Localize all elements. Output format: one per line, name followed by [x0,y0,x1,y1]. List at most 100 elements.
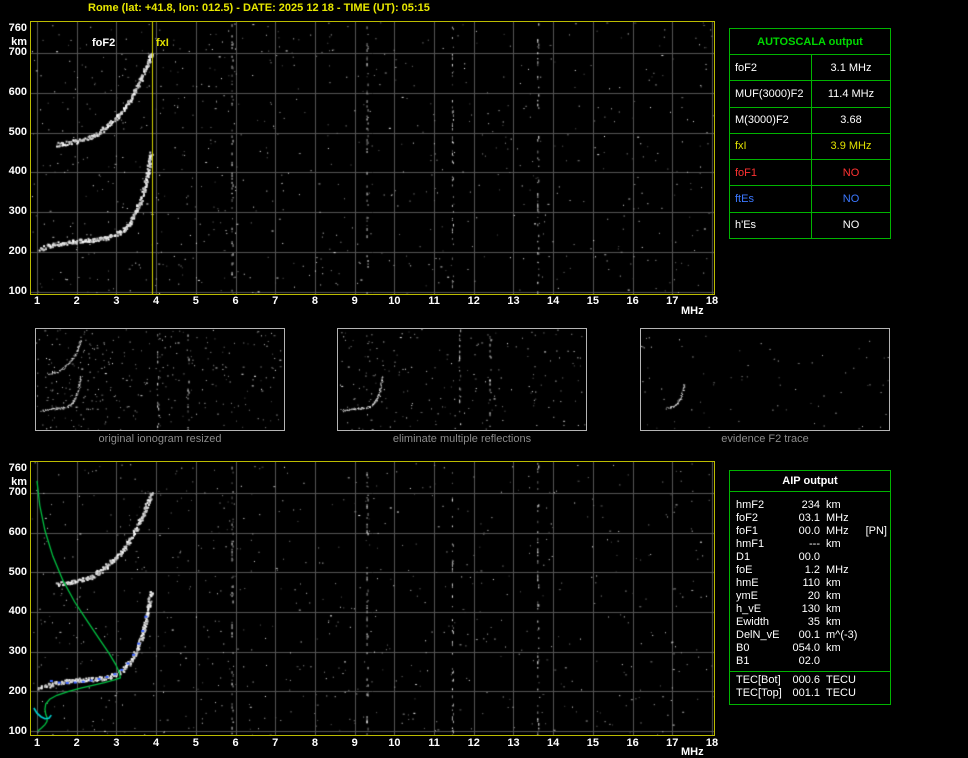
aip-row-hme: hmE 110 km [730,577,890,590]
aip-param-name: B1 [736,655,750,667]
aip-param-unit: TECU [826,687,856,699]
aip-param-value: 03.1 [798,512,820,524]
x-tick-label-top: 13 [507,295,520,307]
x-tick-label-top: 14 [547,295,560,307]
aip-param-name: Ewidth [736,616,770,628]
aip-param-unit: km [826,577,841,589]
y-tick-label-top: 500 [8,125,27,138]
autoscala-row-fof2: foF2 3.1 MHz [730,55,890,82]
y-tick-label-top: 100 [8,284,27,297]
aip-row-foe: foE 1.2 MHz [730,564,890,577]
autoscala-param-value: NO [842,219,860,232]
autoscala-row-hes: h'Es NO [730,212,890,238]
x-tick-label-top: 12 [467,295,480,307]
x-tick-label-bottom: 1 [33,737,41,749]
aip-param-unit [826,551,864,564]
y-axis-unit-top: km [11,36,27,48]
x-tick-label-top: 2 [73,295,80,307]
autoscala-param-name: ftEs [730,186,812,212]
thumbnail-original-ionogram [35,328,285,431]
x-axis-unit-bottom: MHz [681,746,704,758]
x-tick-label-top: 8 [311,295,318,307]
y-tick-label-bottom: 400 [8,605,27,618]
aip-row-yme: ymE 20 km [730,590,890,603]
ionogram-canvas-top [31,22,714,294]
aip-row-b0: B0 054.0 km [730,642,890,655]
autoscala-param-value: 11.4 MHz [827,87,875,100]
x-tick-label-bottom: 7 [272,737,279,749]
aip-param-unit: km [826,603,841,615]
autoscala-param-name: foF2 [730,55,812,81]
aip-param-name: hmE [736,577,759,589]
aip-param-note [887,538,890,551]
aip-param-unit: km [826,499,841,511]
aip-tec-separator [730,671,890,672]
x-tick-label-bottom: 3 [113,737,120,749]
aip-param-value: --- [809,538,820,550]
aip-param-name: DelN_vE [736,629,780,641]
x-tick-label-top: 7 [272,295,279,307]
aip-row-tecbot: TEC[Bot] 000.6 TECU [730,674,890,687]
aip-param-value: 00.1 [798,629,820,641]
aip-table-rows: hmF2 234 km foF2 03.1 MHz foF1 00.0 MHz [PN] hmF1 -… [730,492,890,668]
aip-param-unit: km [826,538,841,550]
ionogram-canvas-bottom [31,462,714,735]
aip-param-unit: MHz [826,512,849,524]
x-axis-unit-top: MHz [681,305,704,317]
aip-row-tectop: TEC[Top] 001.1 TECU [730,687,890,700]
aip-param-name: B0 [736,642,750,654]
y-tick-label-top: 200 [8,245,27,258]
y-tick-label-bottom: 300 [8,645,27,658]
aip-param-unit: km [826,642,841,654]
x-tick-label-bottom: 15 [586,737,599,749]
aip-row-hve: h_vE 130 km [730,603,890,616]
aip-param-note [887,687,890,700]
aip-param-note [887,512,890,525]
aip-param-value: 234 [801,499,820,511]
aip-output-table: AIP output hmF2 234 km foF2 03.1 MHz foF1 00.0 M… [729,470,891,705]
aip-param-value: 054.0 [792,642,820,654]
aip-param-value: 00.0 [798,551,820,563]
aip-row-b1: B1 02.0 [730,655,890,668]
aip-table-title: AIP output [730,471,890,492]
aip-row-hmf2: hmF2 234 km [730,499,890,512]
aip-param-note [887,603,890,616]
aip-row-ewidth: Ewidth 35 km [730,616,890,629]
autoscala-table-rows: foF2 3.1 MHz MUF(3000)F2 11.4 MHz M(3000)F2 3… [730,55,890,238]
thumbnail-caption: eliminate multiple reflections [392,433,532,445]
aip-param-note [887,674,890,687]
autoscala-param-name: foF1 [730,160,812,186]
x-tick-label-top: 4 [153,295,160,307]
aip-param-note [887,551,890,564]
x-tick-label-top: 3 [113,295,120,307]
aip-param-name: foE [736,564,753,576]
aip-param-value: 02.0 [798,655,820,667]
autoscala-param-value: 3.68 [840,114,862,127]
aip-param-note [887,590,890,603]
ionogram-plot-bottom [30,461,715,736]
aip-row-hmf1: hmF1 --- km [730,538,890,551]
autoscala-param-name: h'Es [730,212,812,238]
x-tick-label-top: 1 [33,295,41,307]
autoscala-row-fxi: fxI 3.9 MHz [730,133,890,161]
x-tick-label-bottom: 9 [351,737,358,749]
station-header: Rome (lat: +41.8, lon: 012.5) - DATE: 20… [88,2,430,14]
aip-param-note: [PN] [865,525,887,537]
x-tick-label-bottom: 4 [153,737,160,749]
aip-param-note [887,564,890,577]
x-tick-label-bottom: 10 [388,737,401,749]
y-tick-label-bottom: 500 [8,565,27,578]
thumbnail-caption: original ionogram resized [98,433,222,445]
autoscala-param-name: fxI [730,133,812,160]
autoscala-param-value: NO [842,193,860,206]
thumbnail-eliminate-reflections [337,328,587,431]
aip-param-unit: km [826,616,841,628]
autoscala-param-value: 3.9 MHz [830,140,872,153]
ionogram-plot-top: foF2 fxI [30,21,715,295]
aip-param-value: 20 [807,590,820,602]
x-tick-label-top: 10 [388,295,401,307]
fxI-marker-label: fxI [156,37,169,49]
x-tick-label-bottom: 6 [232,737,239,749]
foF2-marker-label: foF2 [92,37,116,49]
aip-param-value: 110 [802,577,820,589]
